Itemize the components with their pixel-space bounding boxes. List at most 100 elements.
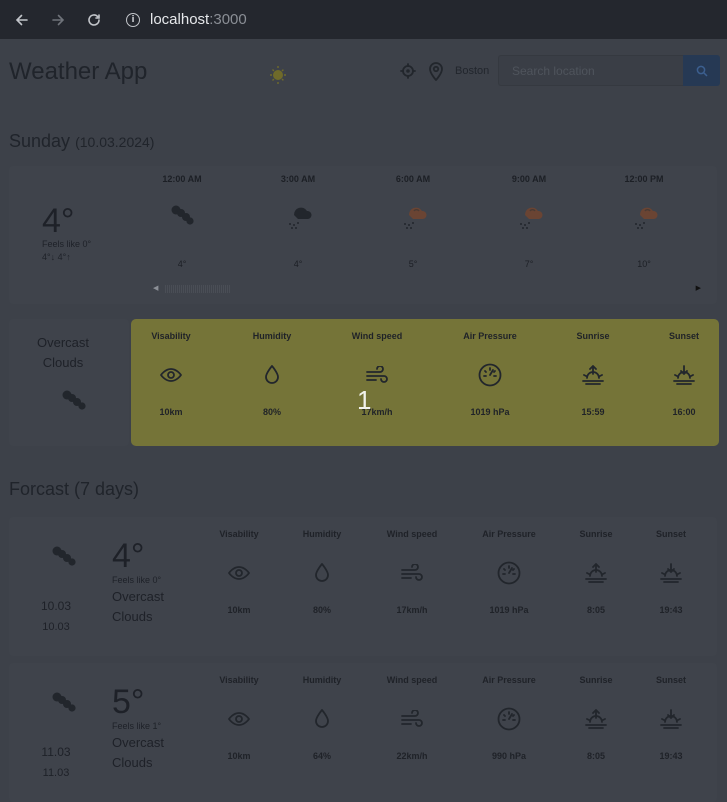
app-title: Weather App <box>9 58 148 85</box>
stat-value: 19:43 <box>659 605 683 615</box>
back-button[interactable] <box>4 5 40 35</box>
weather-description-card: Overcast Clouds <box>9 319 129 446</box>
hour-item: 12:00 PM 10° <box>604 174 684 269</box>
arrow-right-icon <box>52 14 65 25</box>
forecast-description: Overcast Clouds <box>112 587 192 627</box>
hour-item: 3:00 AM 4° <box>258 174 338 269</box>
hour-temp: 4° <box>293 259 303 269</box>
gps-icon[interactable] <box>400 63 416 79</box>
scrollbar-thumb[interactable] <box>165 285 231 293</box>
reload-icon <box>88 13 100 26</box>
forecast-date-secondary: 11.03 <box>42 767 70 779</box>
forecast-date: 11.03 <box>41 745 71 759</box>
hour-time: 12:00 AM <box>162 174 202 184</box>
reload-button[interactable] <box>76 5 112 35</box>
current-weather-card: 4° Feels like 0° 4°↓ 4°↑ 12:00 AM 4° 3:0… <box>9 166 717 304</box>
address-bar[interactable]: i localhost:3000 <box>126 5 247 35</box>
stat-value: 990 hPa <box>491 751 527 761</box>
stat-label: Humidity <box>302 529 342 539</box>
forecast-day-card[interactable]: 11.03 11.03 5° Feels like 1° Overcast Cl… <box>9 663 717 802</box>
day-date: (10.03.2024) <box>75 134 155 150</box>
stat-label: Humidity <box>252 331 292 341</box>
arrow-left-icon <box>15 14 28 25</box>
forecast-heading: Forcast (7 days) <box>9 479 140 499</box>
forward-button[interactable] <box>40 5 76 35</box>
current-city: Boston <box>455 65 490 77</box>
stat-sunrise: Sunrise 15:59 <box>543 331 643 417</box>
rain-icon <box>520 207 543 229</box>
wind-icon <box>401 710 423 727</box>
feels-like: Feels like 0° <box>42 239 92 249</box>
cloud-icon <box>62 390 86 410</box>
hour-item: 12:00 AM 4° <box>142 174 222 269</box>
droplet-icon <box>315 563 329 582</box>
stat-wind-speed: Wind speed 22km/h <box>362 675 462 761</box>
hour-time: 3:00 AM <box>280 174 316 184</box>
horizontal-scrollbar[interactable]: ◀ ▶ <box>149 284 705 294</box>
description-line: Overcast <box>36 335 89 350</box>
stat-humidity: Humidity 80% <box>272 529 372 615</box>
forecast-description: Overcast Clouds <box>112 733 192 773</box>
forecast-day-card[interactable]: 10.03 10.03 4° Feels like 0° Overcast Cl… <box>9 517 717 656</box>
stat-sunset: Sunset 16:00 <box>634 331 727 417</box>
stat-sunset: Sunset 19:43 <box>621 529 721 615</box>
weather-description: Overcast Clouds <box>9 333 117 373</box>
description-line: Clouds <box>112 609 153 624</box>
forecast-feels-like: Feels like 1° <box>112 721 162 731</box>
stat-label: Air Pressure <box>482 529 536 539</box>
stat-label: Sunset <box>668 331 699 341</box>
sunset-icon <box>673 365 695 385</box>
gauge-icon <box>497 707 521 731</box>
stat-label: Air Pressure <box>463 331 517 341</box>
stat-value: 1019 hPa <box>489 605 529 615</box>
stat-value: 22km/h <box>396 751 428 761</box>
stat-air-pressure: Air Pressure 1019 hPa <box>459 529 559 615</box>
info-icon[interactable]: i <box>126 12 140 27</box>
stat-wind-speed: Wind speed 17km/h <box>362 529 462 615</box>
stat-visibility: Visability 10km <box>121 331 221 417</box>
rain-icon <box>404 207 427 229</box>
hour-item: 6:00 AM 5° <box>373 174 453 269</box>
scroll-right-icon[interactable]: ▶ <box>696 284 701 292</box>
stat-value: 80% <box>262 407 281 417</box>
hour-temp: 4° <box>177 259 187 269</box>
wind-icon <box>366 366 388 383</box>
stat-humidity: Humidity 80% <box>222 331 322 417</box>
min-max-temperature: 4°↓ 4°↑ <box>42 252 71 262</box>
hour-time: 12:00 PM <box>624 174 664 184</box>
stat-value: 17km/h <box>361 407 393 417</box>
location-pin-icon[interactable] <box>428 61 444 81</box>
search-input[interactable] <box>498 55 684 86</box>
forecast-date: 10.03 <box>40 599 72 613</box>
stat-label: Wind speed <box>386 529 438 539</box>
stat-sunset: Sunset 19:43 <box>621 675 721 761</box>
stat-value: 19:43 <box>659 751 683 761</box>
url-text: localhost:3000 <box>150 11 247 28</box>
search-button[interactable] <box>683 55 720 86</box>
scroll-left-icon[interactable]: ◀ <box>153 284 158 292</box>
droplet-icon <box>315 709 329 728</box>
stat-label: Visability <box>151 331 191 341</box>
rain-icon <box>635 207 658 229</box>
stat-value: 1019 hPa <box>470 407 510 417</box>
day-heading: Sunday (10.03.2024) <box>9 131 154 152</box>
gauge-icon <box>478 363 502 387</box>
stat-value: 64% <box>312 751 331 761</box>
rain-icon <box>289 207 312 229</box>
hour-temp: 7° <box>524 259 534 269</box>
stat-wind-speed: Wind speed 17km/h <box>327 331 427 417</box>
sunrise-icon <box>585 709 607 729</box>
stat-value: 80% <box>312 605 331 615</box>
sunrise-icon <box>585 563 607 583</box>
sunset-icon <box>660 709 682 729</box>
stat-humidity: Humidity 64% <box>272 675 372 761</box>
stat-label: Humidity <box>302 675 342 685</box>
wind-icon <box>401 564 423 581</box>
stat-air-pressure: Air Pressure 1019 hPa <box>440 331 540 417</box>
sun-icon[interactable] <box>268 64 288 84</box>
gauge-icon <box>497 561 521 585</box>
stat-label: Sunset <box>655 529 686 539</box>
sunset-icon <box>660 563 682 583</box>
eye-icon <box>160 368 182 382</box>
stat-label: Air Pressure <box>482 675 536 685</box>
